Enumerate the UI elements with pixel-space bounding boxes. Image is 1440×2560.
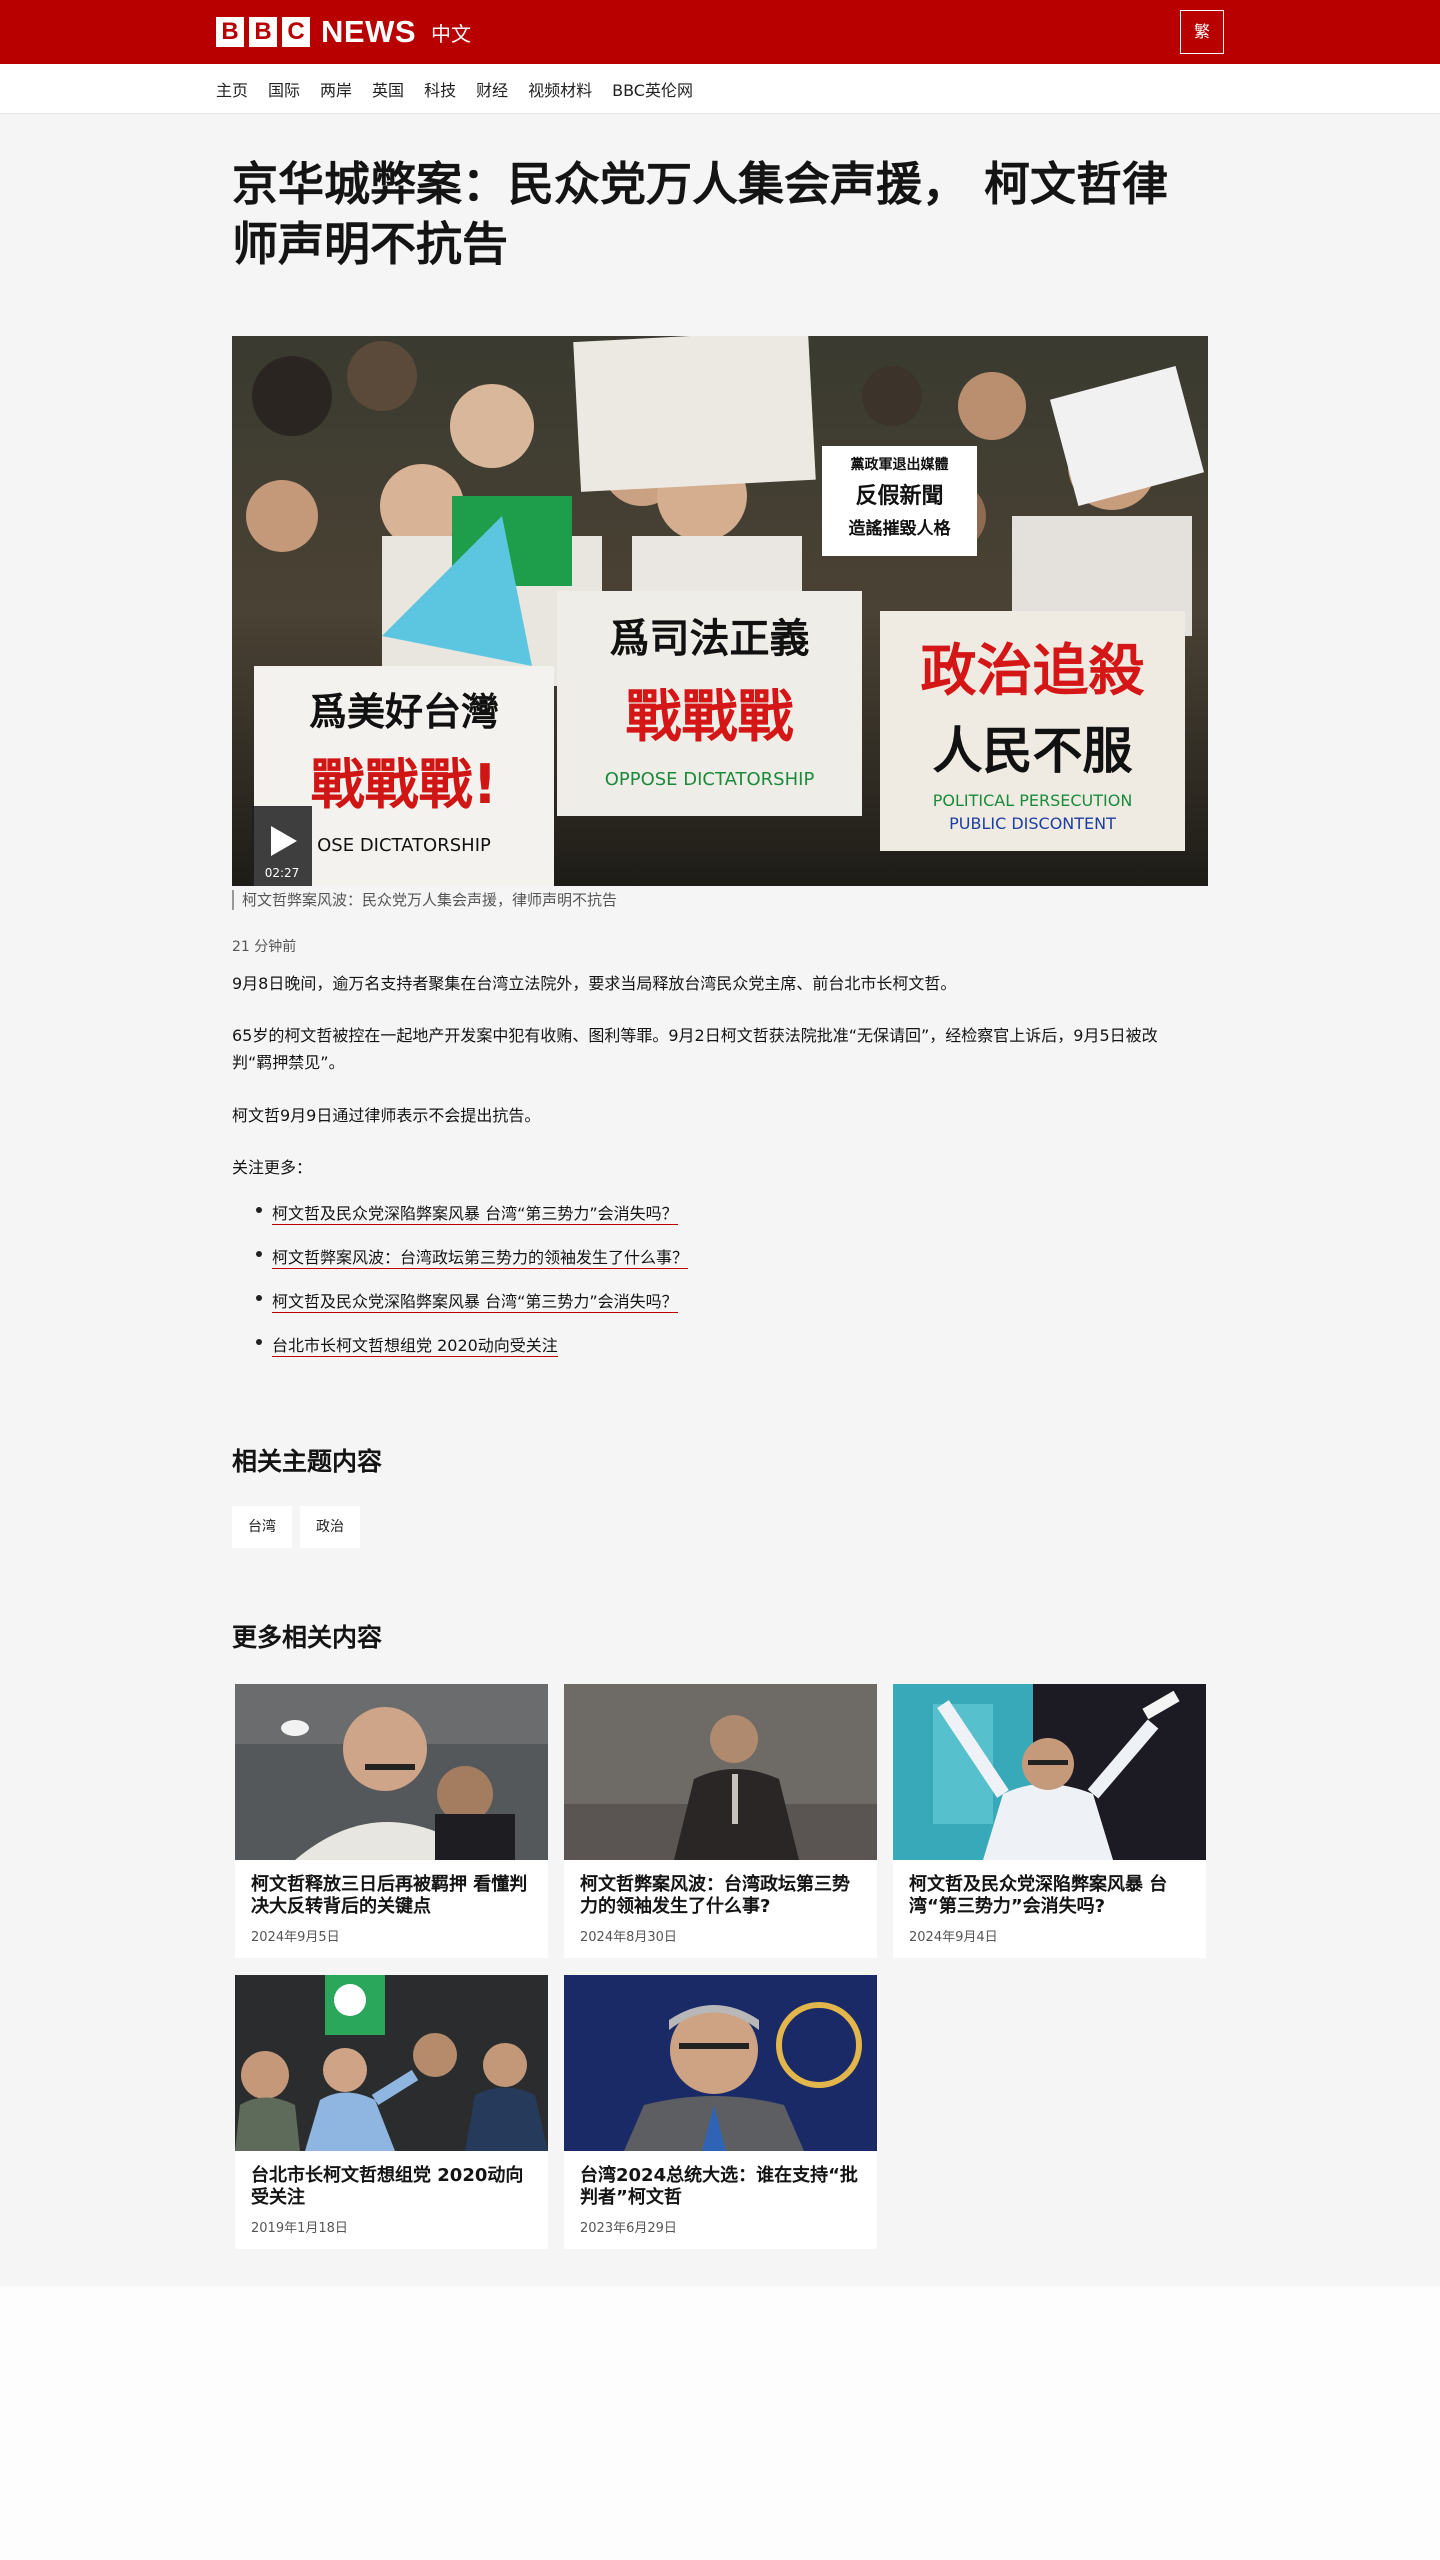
logo-block-b1: B xyxy=(216,17,244,47)
video-caption: 柯文哲弊案风波：民众党万人集会声援，律师声明不抗告 xyxy=(232,890,617,910)
related-link-2[interactable]: 柯文哲弊案风波：台湾政坛第三势力的领袖发生了什么事？ xyxy=(272,1248,689,1269)
tag-taiwan[interactable]: 台湾 xyxy=(232,1506,292,1548)
sign-4-text: 黨政軍退出媒體 反假新聞 造謠摧毀人格 xyxy=(822,454,977,539)
sign-2-text: 爲司法正義 戰戰戰 OPPOSE DICTATORSHIP xyxy=(557,606,862,790)
sign-3-line-3: POLITICAL PERSECUTION xyxy=(932,791,1133,810)
video-player[interactable]: 爲美好台灣 戰戰戰! OSE DICTATORSHIP 爲司法正義 戰戰戰 OP… xyxy=(232,336,1208,886)
sign-3-line-4: PUBLIC DISCONTENT xyxy=(949,814,1116,833)
related-link-4[interactable]: 台北市长柯文哲想组党 2020动向受关注 xyxy=(272,1336,558,1357)
nav-list: 主页 国际 两岸 英国 科技 财经 视频材料 BBC英伦网 xyxy=(216,64,693,114)
card-date: 2019年1月18日 xyxy=(251,2221,348,2236)
sign-2-line-2: 戰戰戰 xyxy=(625,685,794,750)
sign-3-line-2: 人民不服 xyxy=(932,722,1133,780)
card-title: 柯文哲弊案风波：台湾政坛第三势力的领袖发生了什么事? xyxy=(580,1874,850,1917)
related-card-5[interactable]: 台湾2024总统大选：谁在支持“批判者”柯文哲 2023年6月29日 xyxy=(564,1975,877,2249)
card-date: 2024年8月30日 xyxy=(580,1930,677,1945)
list-item: 柯文哲弊案风波：台湾政坛第三势力的领袖发生了什么事？ xyxy=(256,1244,689,1288)
nav-item-international[interactable]: 国际 xyxy=(268,77,300,101)
card-thumbnail xyxy=(893,1684,1206,1860)
sign-3-line-1: 政治追殺 xyxy=(920,639,1145,704)
sign-4-line-2: 反假新聞 xyxy=(855,484,944,509)
article-paragraph-2: 65岁的柯文哲被控在一起地产开发案中犯有收贿、图利等罪。9月2日柯文哲获法院批准… xyxy=(232,1026,1158,1072)
logo-block-c: C xyxy=(282,17,310,47)
related-topics-title: 相关主题内容 xyxy=(232,1447,383,1476)
related-card-2[interactable]: 柯文哲弊案风波：台湾政坛第三势力的领袖发生了什么事? 2024年8月30日 xyxy=(564,1684,877,1958)
list-item: 台北市长柯文哲想组党 2020动向受关注 xyxy=(256,1332,688,1376)
nav-item-home[interactable]: 主页 xyxy=(216,77,248,101)
nav-item-uk[interactable]: 英国 xyxy=(372,77,404,101)
bbc-news-logo[interactable]: B B C NEWS 中文 xyxy=(216,14,471,49)
card-title: 柯文哲及民众党深陷弊案风暴 台湾“第三势力”会消失吗? xyxy=(909,1874,1168,1917)
nav-item-bbc-uk-chinese[interactable]: BBC英伦网 xyxy=(612,77,693,101)
card-thumbnail xyxy=(235,1684,548,1860)
card-date: 2024年9月4日 xyxy=(909,1930,998,1945)
card-date: 2023年6月29日 xyxy=(580,2221,677,2236)
play-button[interactable]: 02:27 xyxy=(252,806,312,886)
play-icon xyxy=(271,826,297,856)
sign-4-line-1: 黨政軍退出媒體 xyxy=(850,457,949,473)
logo-news-text: NEWS xyxy=(321,14,416,49)
page-footer-space xyxy=(0,2286,1440,2560)
traditional-chinese-toggle[interactable]: 繁 xyxy=(1180,10,1224,54)
related-card-4[interactable]: 台北市长柯文哲想组党 2020动向受关注 2019年1月18日 xyxy=(235,1975,548,2249)
card-thumbnail xyxy=(564,1684,877,1860)
article-headline: 京华城弊案：民众党万人集会声援， 柯文哲律师声明不抗告 xyxy=(232,157,1169,271)
list-item: 柯文哲及民众党深陷弊案风暴 台湾“第三势力”会消失吗？ xyxy=(256,1288,688,1332)
related-card-3[interactable]: 柯文哲及民众党深陷弊案风暴 台湾“第三势力”会消失吗? 2024年9月4日 xyxy=(893,1684,1206,1958)
nav-item-cross-strait[interactable]: 两岸 xyxy=(320,77,352,101)
article-timestamp: 21 分钟前 xyxy=(232,939,297,955)
article-paragraph-3: 柯文哲9月9日通过律师表示不会提出抗告。 xyxy=(232,1106,541,1125)
sign-2-line-1: 爲司法正義 xyxy=(609,616,810,662)
tag-politics[interactable]: 政治 xyxy=(300,1506,360,1548)
related-card-1[interactable]: 柯文哲释放三日后再被羁押 看懂判决大反转背后的关键点 2024年9月5日 xyxy=(235,1684,548,1958)
list-item: 柯文哲及民众党深陷弊案风暴 台湾“第三势力”会消失吗？ xyxy=(256,1200,688,1244)
related-link-3[interactable]: 柯文哲及民众党深陷弊案风暴 台湾“第三势力”会消失吗？ xyxy=(272,1292,678,1313)
related-links-list: 柯文哲及民众党深陷弊案风暴 台湾“第三势力”会消失吗？ 柯文哲弊案风波：台湾政坛… xyxy=(256,1200,689,1376)
article-paragraph-4: 关注更多： xyxy=(232,1158,313,1177)
card-thumbnail xyxy=(564,1975,877,2151)
related-link-1[interactable]: 柯文哲及民众党深陷弊案风暴 台湾“第三势力”会消失吗？ xyxy=(272,1204,678,1225)
article-main: 京华城弊案：民众党万人集会声援， 柯文哲律师声明不抗告 爲美好台灣 戰戰戰! O… xyxy=(0,114,1440,2286)
sign-4-line-3: 造謠摧毀人格 xyxy=(848,519,951,539)
nav-bar: 主页 国际 两岸 英国 科技 财经 视频材料 BBC英伦网 xyxy=(0,64,1440,114)
sign-1-line-1: 爲美好台灣 xyxy=(308,690,499,734)
article-paragraph-1: 9月8日晚间，逾万名支持者聚集在台湾立法院外，要求当局释放台湾民众党主席、前台北… xyxy=(232,974,957,993)
sign-2-line-3: OPPOSE DICTATORSHIP xyxy=(604,769,815,790)
more-related-title: 更多相关内容 xyxy=(232,1623,383,1652)
nav-item-video[interactable]: 视频材料 xyxy=(528,77,592,101)
top-bar: B B C NEWS 中文 繁 xyxy=(0,0,1440,64)
logo-language-text: 中文 xyxy=(431,21,471,46)
card-title: 柯文哲释放三日后再被羁押 看懂判决大反转背后的关键点 xyxy=(251,1874,528,1917)
topic-tags: 台湾 政治 xyxy=(232,1506,360,1548)
sign-3-text: 政治追殺 人民不服 POLITICAL PERSECUTION PUBLIC D… xyxy=(880,626,1185,833)
card-date: 2024年9月5日 xyxy=(251,1930,340,1945)
card-title: 台北市长柯文哲想组党 2020动向受关注 xyxy=(251,2165,524,2208)
nav-item-finance[interactable]: 财经 xyxy=(476,77,508,101)
nav-item-tech[interactable]: 科技 xyxy=(424,77,456,101)
logo-block-b2: B xyxy=(249,17,277,47)
card-title: 台湾2024总统大选：谁在支持“批判者”柯文哲 xyxy=(580,2165,858,2208)
card-thumbnail xyxy=(235,1975,548,2151)
video-duration: 02:27 xyxy=(264,866,300,880)
